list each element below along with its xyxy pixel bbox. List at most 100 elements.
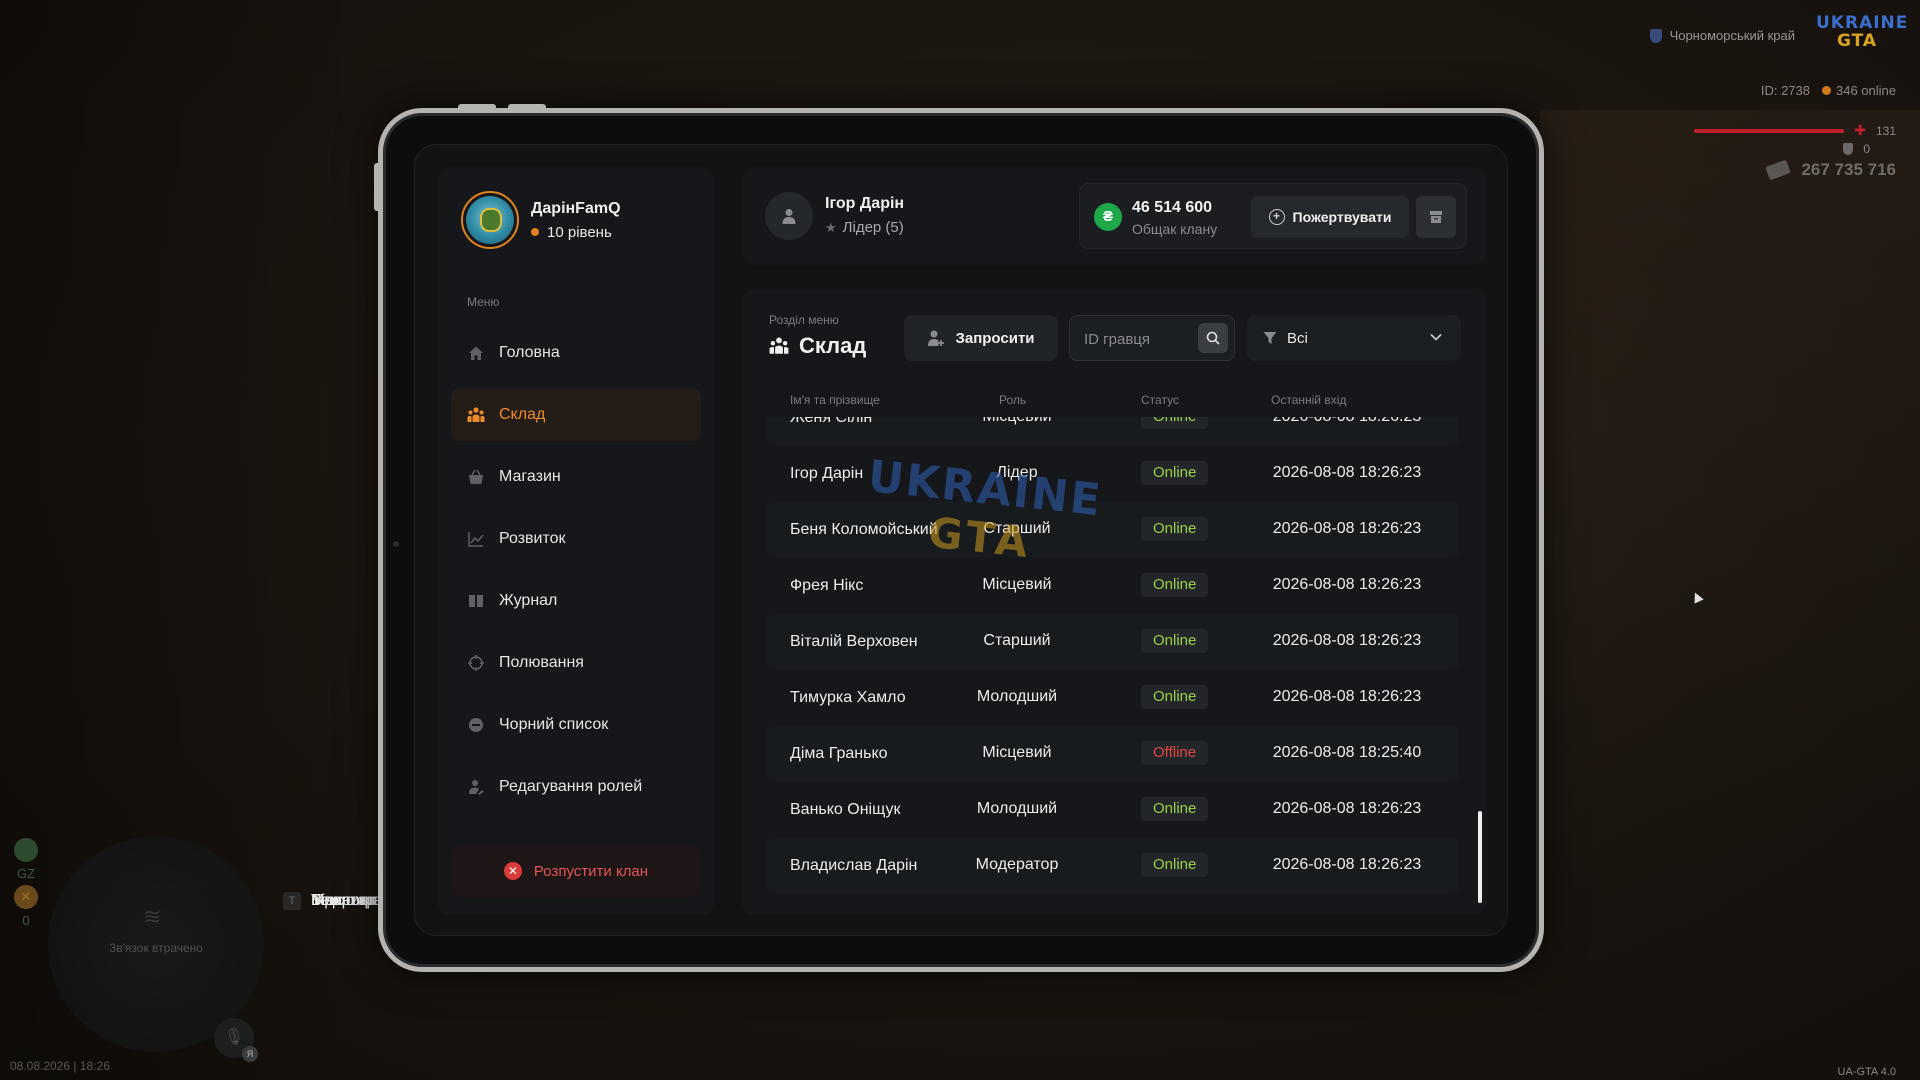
member-last-login: 2026-08-08 18:26:23: [1272, 800, 1422, 817]
clan-tablet: ДарінFamQ 10 рівень Меню Головна Склад М…: [374, 104, 1544, 972]
table-scrollbar[interactable]: [1478, 811, 1482, 903]
status-badge: Online: [1141, 417, 1209, 429]
home-icon: [467, 344, 485, 362]
gang-zone-indicator: GZ ✕ 0: [14, 838, 38, 928]
radar-status: Зв'язок втрачено: [109, 941, 203, 955]
cash-icon: [1765, 159, 1792, 181]
table-row[interactable]: Беня Коломойський Старший Online 2026-08…: [767, 501, 1459, 557]
column-header-last-login: Останній вхід: [1271, 393, 1347, 407]
player-name: Ігор Дарін: [825, 195, 905, 212]
online-dot-icon: [1822, 86, 1831, 95]
member-role: Місцевий: [947, 417, 1087, 445]
gz-count: 0: [22, 913, 30, 928]
member-role: Модератор: [975, 856, 1059, 873]
table-row[interactable]: Ванько Оніщук Молодший Online 2026-08-08…: [767, 781, 1459, 837]
status-filter-dropdown[interactable]: Всі: [1247, 315, 1461, 361]
sidebar-item-label: Журнал: [499, 592, 558, 609]
column-header-status: Статус: [1141, 393, 1179, 407]
player-id-line: ID: 2738 346 online: [1761, 83, 1896, 98]
invite-label: Запросити: [955, 329, 1035, 347]
tablet-camera: [393, 541, 399, 547]
status-badge: Online: [1141, 573, 1209, 597]
status-badge: Online: [1141, 461, 1209, 485]
table-row[interactable]: Женя Сілін Місцевий Online 2026-08-08 18…: [767, 417, 1459, 445]
sidebar-item-edit-roles[interactable]: Редагування ролей: [451, 761, 701, 813]
clan-level: 10 рівень: [531, 224, 621, 241]
table-row[interactable]: Фрея Нікс Місцевий Online 2026-08-08 18:…: [767, 557, 1459, 613]
sidebar-item-label: Чорний список: [499, 716, 609, 733]
donate-button[interactable]: + Пожертвувати: [1251, 196, 1409, 238]
user-edit-icon: [467, 778, 485, 796]
star-icon: ★: [825, 219, 837, 235]
plus-circle-icon: +: [1268, 209, 1285, 225]
block-icon: [467, 716, 485, 734]
member-name: Фрея Нікс: [790, 576, 864, 594]
armor-indicator: 0: [1843, 142, 1870, 156]
player-id-search: [1069, 315, 1235, 361]
search-icon: [1206, 331, 1220, 345]
member-name: Ігор Дарін: [790, 464, 864, 482]
game-version: UA-GTA 4.0: [1837, 1066, 1896, 1078]
menu-caption: Меню: [467, 295, 500, 309]
member-name: Тимурка Хамло: [790, 688, 906, 706]
tablet-screen: ДарінFamQ 10 рівень Меню Головна Склад М…: [414, 144, 1508, 936]
fund-history-button[interactable]: [1416, 196, 1456, 238]
armor-value: 0: [1863, 142, 1870, 156]
logo-line-2: GTA: [1836, 31, 1878, 51]
datetime: 08.08.2026 | 18:26: [10, 1059, 110, 1073]
member-role: Лідер: [996, 464, 1038, 481]
table-row[interactable]: Тимурка Хамло Молодший Online 2026-08-08…: [767, 669, 1459, 725]
no-signal-icon: ≋: [143, 904, 162, 929]
chevron-down-icon: [1430, 333, 1442, 341]
sidebar-item-blacklist[interactable]: Чорний список: [451, 699, 701, 751]
member-last-login: 2026-08-08 18:26:23: [1272, 856, 1422, 873]
status-badge: Online: [1141, 517, 1209, 541]
hryvnia-coin-icon: ₴: [1094, 203, 1122, 231]
sidebar-item-members[interactable]: Склад: [451, 389, 701, 441]
member-role: Місцевий: [982, 744, 1052, 761]
table-row[interactable]: Діма Гранько Місцевий Offline 2026-08-08…: [767, 725, 1459, 781]
member-role: Молодший: [976, 688, 1058, 705]
member-last-login: 2026-08-08 18:26:23: [1272, 464, 1422, 481]
sidebar: ДарінFamQ 10 рівень Меню Головна Склад М…: [437, 167, 715, 915]
table-row[interactable]: Владислав Дарін Модератор Online 2026-08…: [767, 837, 1459, 893]
health-bar: [1694, 128, 1845, 133]
clan-fund: ₴ 46 514 600 Общак клану + Пожертвувати: [1079, 183, 1467, 249]
people-icon: [769, 337, 789, 354]
sidebar-item-home[interactable]: Головна: [451, 327, 701, 379]
sidebar-item-hunting[interactable]: Полювання: [451, 637, 701, 689]
member-name: Віталій Верховен: [790, 632, 918, 650]
table-row[interactable]: Віталій Верховен Старший Online 2026-08-…: [767, 613, 1459, 669]
member-name: Ванько Оніщук: [790, 800, 901, 818]
server-shield-icon: [1649, 28, 1662, 43]
key-cap: T: [283, 891, 301, 910]
gz-label: GZ: [16, 866, 36, 881]
column-header-name: Ім'я та прізвище: [790, 393, 880, 407]
player-id-search-input[interactable]: [1084, 328, 1194, 350]
status-badge: Online: [1141, 685, 1209, 709]
search-button[interactable]: [1198, 323, 1228, 353]
invite-button[interactable]: Запросити: [904, 315, 1058, 361]
sidebar-item-label: Склад: [499, 406, 546, 423]
sidebar-item-shop[interactable]: Магазин: [451, 451, 701, 503]
sidebar-item-label: Розвиток: [499, 530, 566, 547]
sidebar-item-label: Головна: [499, 344, 560, 361]
status-badge: Offline: [1141, 741, 1209, 765]
member-role: Молодший: [976, 800, 1058, 817]
close-circle-icon: ✕: [503, 862, 522, 880]
health-value: 131: [1875, 123, 1896, 138]
player-id: ID: 2738: [1760, 83, 1810, 98]
health-indicator: ✚ 131: [1694, 122, 1896, 139]
status-badge: Online: [1141, 797, 1209, 821]
sidebar-item-development[interactable]: Розвиток: [451, 513, 701, 565]
server-indicator: Чорноморський край: [1649, 28, 1795, 43]
sidebar-item-journal[interactable]: Журнал: [451, 575, 701, 627]
mic-key: Я: [242, 1046, 258, 1062]
members-table: Женя Сілін Місцевий Online 2026-08-08 18…: [767, 417, 1459, 915]
archive-icon: [1430, 211, 1442, 223]
clan-name: ДарінFamQ: [531, 199, 621, 217]
member-role: Старший: [983, 632, 1051, 649]
filter-value: Всі: [1287, 329, 1308, 347]
table-row[interactable]: Ігор Дарін Лідер Online 2026-08-08 18:26…: [767, 445, 1459, 501]
dissolve-clan-button[interactable]: ✕ Розпустити клан: [451, 845, 701, 897]
